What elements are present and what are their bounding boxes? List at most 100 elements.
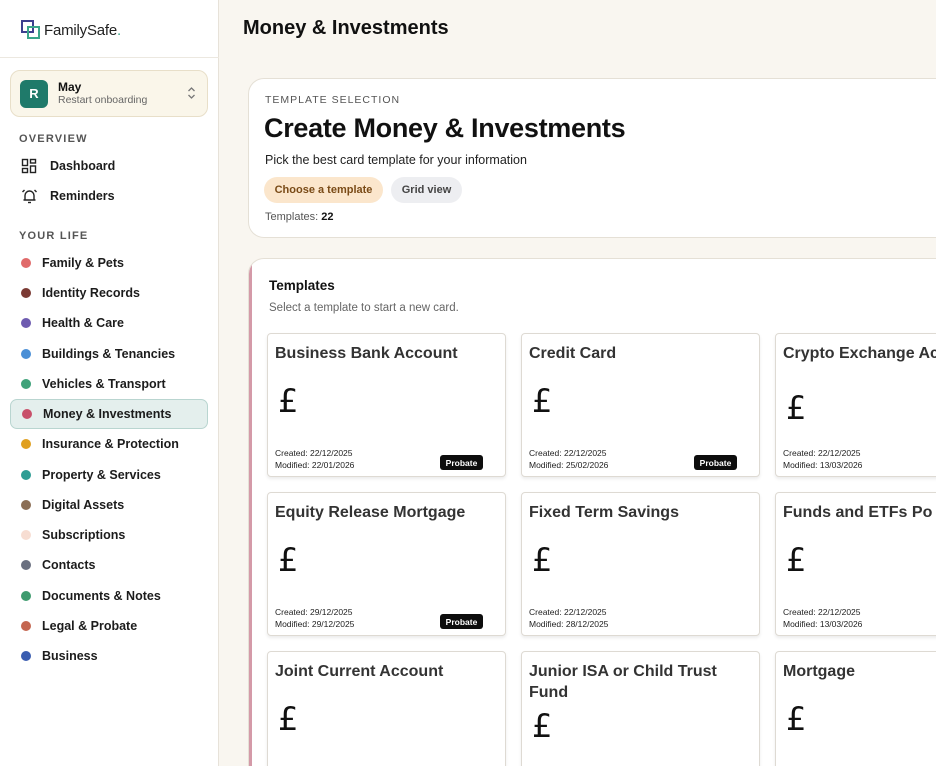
category-dot-icon [21,349,31,359]
card-title: Crypto Exchange Account [783,345,936,362]
category-dot-icon [21,530,31,540]
template-card-crypto-exchange-account[interactable]: Crypto Exchange Account £ Created: 22/12… [775,333,936,477]
sidebar-item-documents-notes[interactable]: Documents & Notes [10,581,208,611]
pound-icon: £ [278,382,299,420]
sidebar-item-label: Family & Pets [42,256,124,270]
sidebar-item-contacts[interactable]: Contacts [10,550,208,580]
card-dates: Created: 22/12/2025 Modified: 25/02/2026 [529,447,608,471]
pound-icon: £ [532,382,553,420]
section-label-your-life: YOUR LIFE [19,230,89,242]
sidebar-item-reminders[interactable]: Reminders [10,181,208,211]
sidebar-item-label: Legal & Probate [42,619,138,633]
bell-icon [20,187,38,205]
card-modified: Modified: 29/12/2025 [275,619,355,629]
sidebar-item-label: Reminders [50,189,115,203]
sidebar-item-label: Dashboard [50,159,116,173]
category-dot-icon [21,288,31,298]
avatar: R [20,79,48,108]
hero-title: Create Money & Investments [264,113,626,143]
card-modified: Modified: 13/03/2026 [783,460,863,470]
account-switcher[interactable]: R May Restart onboarding [10,70,208,117]
sidebar-item-identity-records[interactable]: Identity Records [10,278,208,308]
card-title: Funds and ETFs Po [783,504,933,521]
sidebar-item-label: Contacts [42,558,96,572]
card-title: Credit Card [529,345,617,362]
templates-count-value: 22 [321,211,334,223]
category-dot-icon [21,591,31,601]
template-selection-panel: TEMPLATE SELECTION Create Money & Invest… [248,78,936,238]
card-title: Fixed Term Savings [529,504,679,521]
card-dates: Created: 22/12/2025 Modified: 28/12/2025 [529,606,608,630]
sidebar-item-legal-probate[interactable]: Legal & Probate [10,611,208,641]
template-card-equity-release-mortgage[interactable]: Equity Release Mortgage £ Created: 29/12… [267,492,506,636]
card-dates: Created: 22/12/2025 Modified: 22/01/2026 [275,447,354,471]
pound-icon: £ [786,700,807,738]
sidebar-item-label: Insurance & Protection [42,437,179,451]
sidebar-item-label: Business [42,649,98,663]
pound-icon: £ [532,541,553,579]
chevron-updown-icon [187,86,196,101]
sidebar-item-digital-assets[interactable]: Digital Assets [10,490,208,520]
probate-badge: Probate [440,455,483,470]
sidebar-item-label: Health & Care [42,316,124,330]
account-name: May [58,80,82,94]
template-card-joint-current-account[interactable]: Joint Current Account £ [267,651,506,766]
sidebar-item-label: Property & Services [42,468,161,482]
sidebar-item-money-investments[interactable]: Money & Investments [10,399,208,429]
sidebar-item-label: Vehicles & Transport [42,377,166,391]
brand-name: FamilySafe [44,21,118,39]
sidebar-item-buildings-tenancies[interactable]: Buildings & Tenancies [10,339,208,369]
category-dot-icon [21,318,31,328]
card-created: Created: 22/12/2025 [529,448,607,458]
brand-dot: . [117,21,121,39]
template-card-credit-card[interactable]: Credit Card £ Created: 22/12/2025 Modifie… [521,333,760,477]
pound-icon: £ [532,707,553,745]
templates-title: Templates [269,278,335,293]
sidebar-item-insurance-protection[interactable]: Insurance & Protection [10,429,208,459]
category-dot-icon [21,470,31,480]
pound-icon: £ [786,541,807,579]
template-card-junior-isa[interactable]: Junior ISA or Child Trust Fund £ [521,651,760,766]
card-title: Junior ISA or Child Trust Fund [529,663,717,701]
category-dot-icon [21,500,31,510]
card-created: Created: 22/12/2025 [529,607,607,617]
sidebar-divider [0,57,219,58]
template-card-funds-and-etfs[interactable]: Funds and ETFs Po £ Created: 22/12/2025 M… [775,492,936,636]
sidebar-item-family-pets[interactable]: Family & Pets [10,248,208,278]
card-title: Equity Release Mortgage [275,504,466,521]
template-card-fixed-term-savings[interactable]: Fixed Term Savings £ Created: 22/12/2025… [521,492,760,636]
sidebar-item-dashboard[interactable]: Dashboard [10,151,208,181]
sidebar-item-business[interactable]: Business [10,641,208,671]
sidebar-item-label: Documents & Notes [42,589,161,603]
sidebar-item-health-care[interactable]: Health & Care [10,308,208,338]
hero-eyebrow: TEMPLATE SELECTION [265,94,401,106]
templates-count-label: Templates: [265,211,319,223]
choose-template-button[interactable]: Choose a template [264,177,383,203]
grid-view-button[interactable]: Grid view [391,177,462,203]
sidebar-item-label: Money & Investments [43,407,172,421]
card-modified: Modified: 28/12/2025 [529,619,609,629]
sidebar-item-label: Identity Records [42,286,140,300]
category-dot-icon [21,258,31,268]
templates-subtitle: Select a template to start a new card. [269,302,459,314]
card-created: Created: 22/12/2025 [783,607,861,617]
card-modified: Modified: 13/03/2026 [783,619,863,629]
card-created: Created: 22/12/2025 [275,448,353,458]
category-dot-icon [22,409,32,419]
category-dot-icon [21,651,31,661]
card-created: Created: 22/12/2025 [783,448,861,458]
brand-logo[interactable]: FamilySafe. [20,17,121,43]
sidebar-item-subscriptions[interactable]: Subscriptions [10,520,208,550]
sidebar-item-label: Subscriptions [42,528,126,542]
template-card-mortgage[interactable]: Mortgage £ [775,651,936,766]
templates-count: Templates: 22 [265,211,334,223]
sidebar-item-property-services[interactable]: Property & Services [10,460,208,490]
templates-panel: Templates Select a template to start a n… [248,258,936,766]
sidebar: FamilySafe. R May Restart onboarding OVE… [0,0,219,766]
dashboard-icon [20,157,38,175]
card-modified: Modified: 22/01/2026 [275,460,355,470]
sidebar-item-label: Buildings & Tenancies [42,347,176,361]
logo-icon [20,19,42,41]
sidebar-item-vehicles-transport[interactable]: Vehicles & Transport [10,369,208,399]
template-card-business-bank-account[interactable]: Business Bank Account £ Created: 22/12/2… [267,333,506,477]
